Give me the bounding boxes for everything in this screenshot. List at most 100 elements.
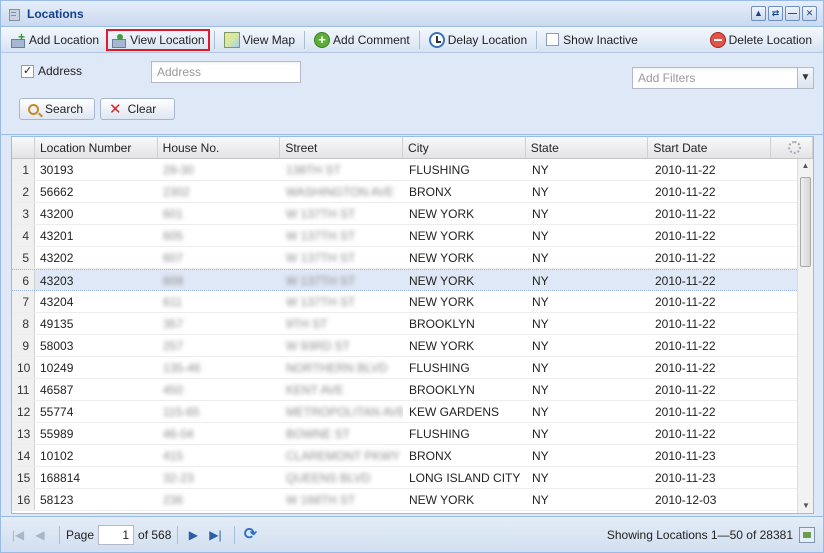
column-header-state[interactable]: State — [526, 137, 649, 158]
cell-state: NY — [532, 361, 549, 375]
column-header-city[interactable]: City — [403, 137, 526, 158]
table-row[interactable]: 5 43202 607 W 137TH ST NEW YORK NY 2010-11-22 — [12, 247, 813, 269]
add-filters-combo[interactable]: Add Filters — [632, 67, 798, 89]
table-row[interactable]: 10 10249 135-46 NORTHERN BLVD FLUSHING NY 2010… — [12, 357, 813, 379]
cell-street: 9TH ST — [281, 313, 404, 334]
export-icon[interactable] — [799, 526, 815, 543]
cell-house-no: 115-65 — [158, 401, 281, 422]
cell-street-redacted: BOWNE ST — [286, 427, 351, 441]
show-inactive-checkbox[interactable] — [546, 33, 560, 46]
add-location-label: Add Location — [29, 32, 100, 47]
delete-location-label: Delete Location — [728, 32, 812, 47]
cell-house-no-redacted: 607 — [163, 251, 184, 265]
cell-house-no-redacted: 415 — [163, 449, 184, 463]
map-icon — [223, 31, 240, 48]
column-header-street[interactable]: Street — [280, 137, 404, 158]
last-page-icon[interactable]: ▶| — [206, 526, 224, 544]
clear-icon: ✕ — [109, 101, 122, 118]
address-input[interactable]: Address — [151, 61, 301, 83]
refresh-icon[interactable]: ⟳ — [241, 526, 259, 544]
table-row[interactable]: 12 55774 115-65 METROPOLITAN AVE KEW GARDENS… — [12, 401, 813, 423]
prev-page-icon[interactable]: ◀ — [31, 526, 49, 544]
scroll-down-icon[interactable]: ▼ — [798, 499, 813, 513]
address-filter-toggle[interactable]: Address — [21, 64, 82, 78]
title-bar: Locations ▲ ⇄ — ✕ — [1, 1, 823, 27]
cell-state: NY — [532, 317, 549, 331]
search-icon — [28, 103, 39, 115]
cell-state: NY — [532, 383, 549, 397]
row-number: 9 — [12, 335, 35, 356]
cell-start-date: 2010-11-22 — [655, 383, 716, 397]
minimize-icon[interactable]: — — [785, 6, 800, 21]
cell-house-no: 601 — [158, 203, 281, 224]
scroll-thumb[interactable] — [800, 177, 811, 267]
cell-location-number: 43204 — [40, 295, 74, 309]
next-page-icon[interactable]: ▶ — [184, 526, 202, 544]
cell-city: FLUSHING — [409, 163, 470, 177]
scroll-up-icon[interactable]: ▲ — [798, 159, 813, 173]
cell-start-date: 2010-11-22 — [655, 361, 716, 375]
table-row[interactable]: 2 56662 2302 WASHINGTON AVE BRONX NY 2010-11-2… — [12, 181, 813, 203]
table-row[interactable]: 7 43204 611 W 137TH ST NEW YORK NY 2010-11-22 — [12, 291, 813, 313]
row-number: 13 — [12, 423, 35, 444]
search-button[interactable]: Search — [19, 98, 95, 120]
cell-state: NY — [532, 427, 549, 441]
cell-house-no-redacted: 115-65 — [163, 405, 200, 419]
cell-location-number: 43200 — [40, 207, 74, 221]
delay-location-button[interactable]: Delay Location — [424, 29, 532, 51]
cell-city: NEW YORK — [409, 229, 475, 243]
delete-location-button[interactable]: Delete Location — [705, 29, 817, 51]
show-inactive-toggle[interactable]: Show Inactive — [541, 29, 643, 51]
add-comment-button[interactable]: + Add Comment — [309, 29, 415, 51]
column-header-location-number[interactable]: Location Number — [35, 137, 158, 158]
cell-location-number: 58003 — [40, 339, 74, 353]
cell-start-date: 2010-11-22 — [655, 251, 716, 265]
address-checkbox[interactable] — [21, 64, 34, 78]
cell-house-no: 609 — [158, 270, 281, 290]
table-row[interactable]: 16 58123 236 W 168TH ST NEW YORK NY 2010-12-03 — [12, 489, 813, 511]
cell-start-date: 2010-11-22 — [655, 207, 716, 221]
view-map-button[interactable]: View Map — [219, 29, 300, 51]
table-row[interactable]: 4 43201 605 W 137TH ST NEW YORK NY 2010-11-22 — [12, 225, 813, 247]
cell-city: NEW YORK — [409, 339, 475, 353]
cell-city: BRONX — [409, 449, 452, 463]
table-row[interactable]: 6 43203 609 W 137TH ST NEW YORK NY 2010-11-22 — [12, 269, 813, 291]
refresh-window-icon[interactable]: ⇄ — [768, 6, 783, 21]
cell-house-no: 2302 — [158, 181, 281, 202]
table-row[interactable]: 13 55989 46-04 BOWNE ST FLUSHING NY 2010-11-22 — [12, 423, 813, 445]
cell-state: NY — [532, 339, 549, 353]
table-row[interactable]: 1 30193 29-30 138TH ST FLUSHING NY 2010-11-22 — [12, 159, 813, 181]
table-row[interactable]: 9 58003 257 W 93RD ST NEW YORK NY 2010-11-22 — [12, 335, 813, 357]
row-number: 2 — [12, 181, 35, 202]
cell-location-number: 168814 — [40, 471, 81, 485]
cell-city: NEW YORK — [409, 251, 475, 265]
page-number-input[interactable]: 1 — [98, 524, 135, 545]
collapse-up-icon[interactable]: ▲ — [751, 6, 766, 21]
first-page-icon[interactable]: |◀ — [9, 526, 27, 544]
chevron-down-icon[interactable]: ▼ — [797, 67, 814, 89]
paging-separator — [234, 525, 236, 544]
table-row[interactable]: 15 168814 32-23 QUEENS BLVD LONG ISLAND CITY… — [12, 467, 813, 489]
cell-street: W 137TH ST — [281, 270, 404, 290]
table-row[interactable]: 11 46587 450 KENT AVE BROOKLYN NY 2010-11-22 — [12, 379, 813, 401]
view-location-button[interactable]: View Location — [106, 28, 210, 51]
window-tools: ▲ ⇄ — ✕ — [751, 6, 817, 21]
cell-start-date: 2010-11-23 — [655, 471, 716, 485]
cell-house-no-redacted: 611 — [163, 295, 183, 309]
add-location-button[interactable]: Add Location — [5, 29, 104, 51]
column-header-house-no[interactable]: House No. — [158, 137, 281, 158]
close-icon[interactable]: ✕ — [802, 6, 817, 21]
cell-street: METROPOLITAN AVE — [281, 401, 404, 422]
table-row[interactable]: 14 10102 415 CLAREMONT PKWY BRONX NY 2010-11-2… — [12, 445, 813, 467]
cell-city: NEW YORK — [409, 295, 475, 309]
clear-button[interactable]: ✕ Clear — [100, 98, 175, 120]
vertical-scrollbar[interactable]: ▲ ▼ — [797, 159, 813, 513]
clear-label: Clear — [127, 102, 157, 116]
column-settings-icon[interactable] — [788, 141, 802, 154]
table-row[interactable]: 3 43200 601 W 137TH ST NEW YORK NY 2010-11-22 — [12, 203, 813, 225]
cell-location-number: 55989 — [40, 427, 74, 441]
cell-house-no-redacted: 32-23 — [163, 471, 194, 485]
cell-house-no: 32-23 — [158, 467, 281, 488]
table-row[interactable]: 8 49135 357 9TH ST BROOKLYN NY 2010-11-22 — [12, 313, 813, 335]
column-header-start-date[interactable]: Start Date — [648, 137, 772, 158]
